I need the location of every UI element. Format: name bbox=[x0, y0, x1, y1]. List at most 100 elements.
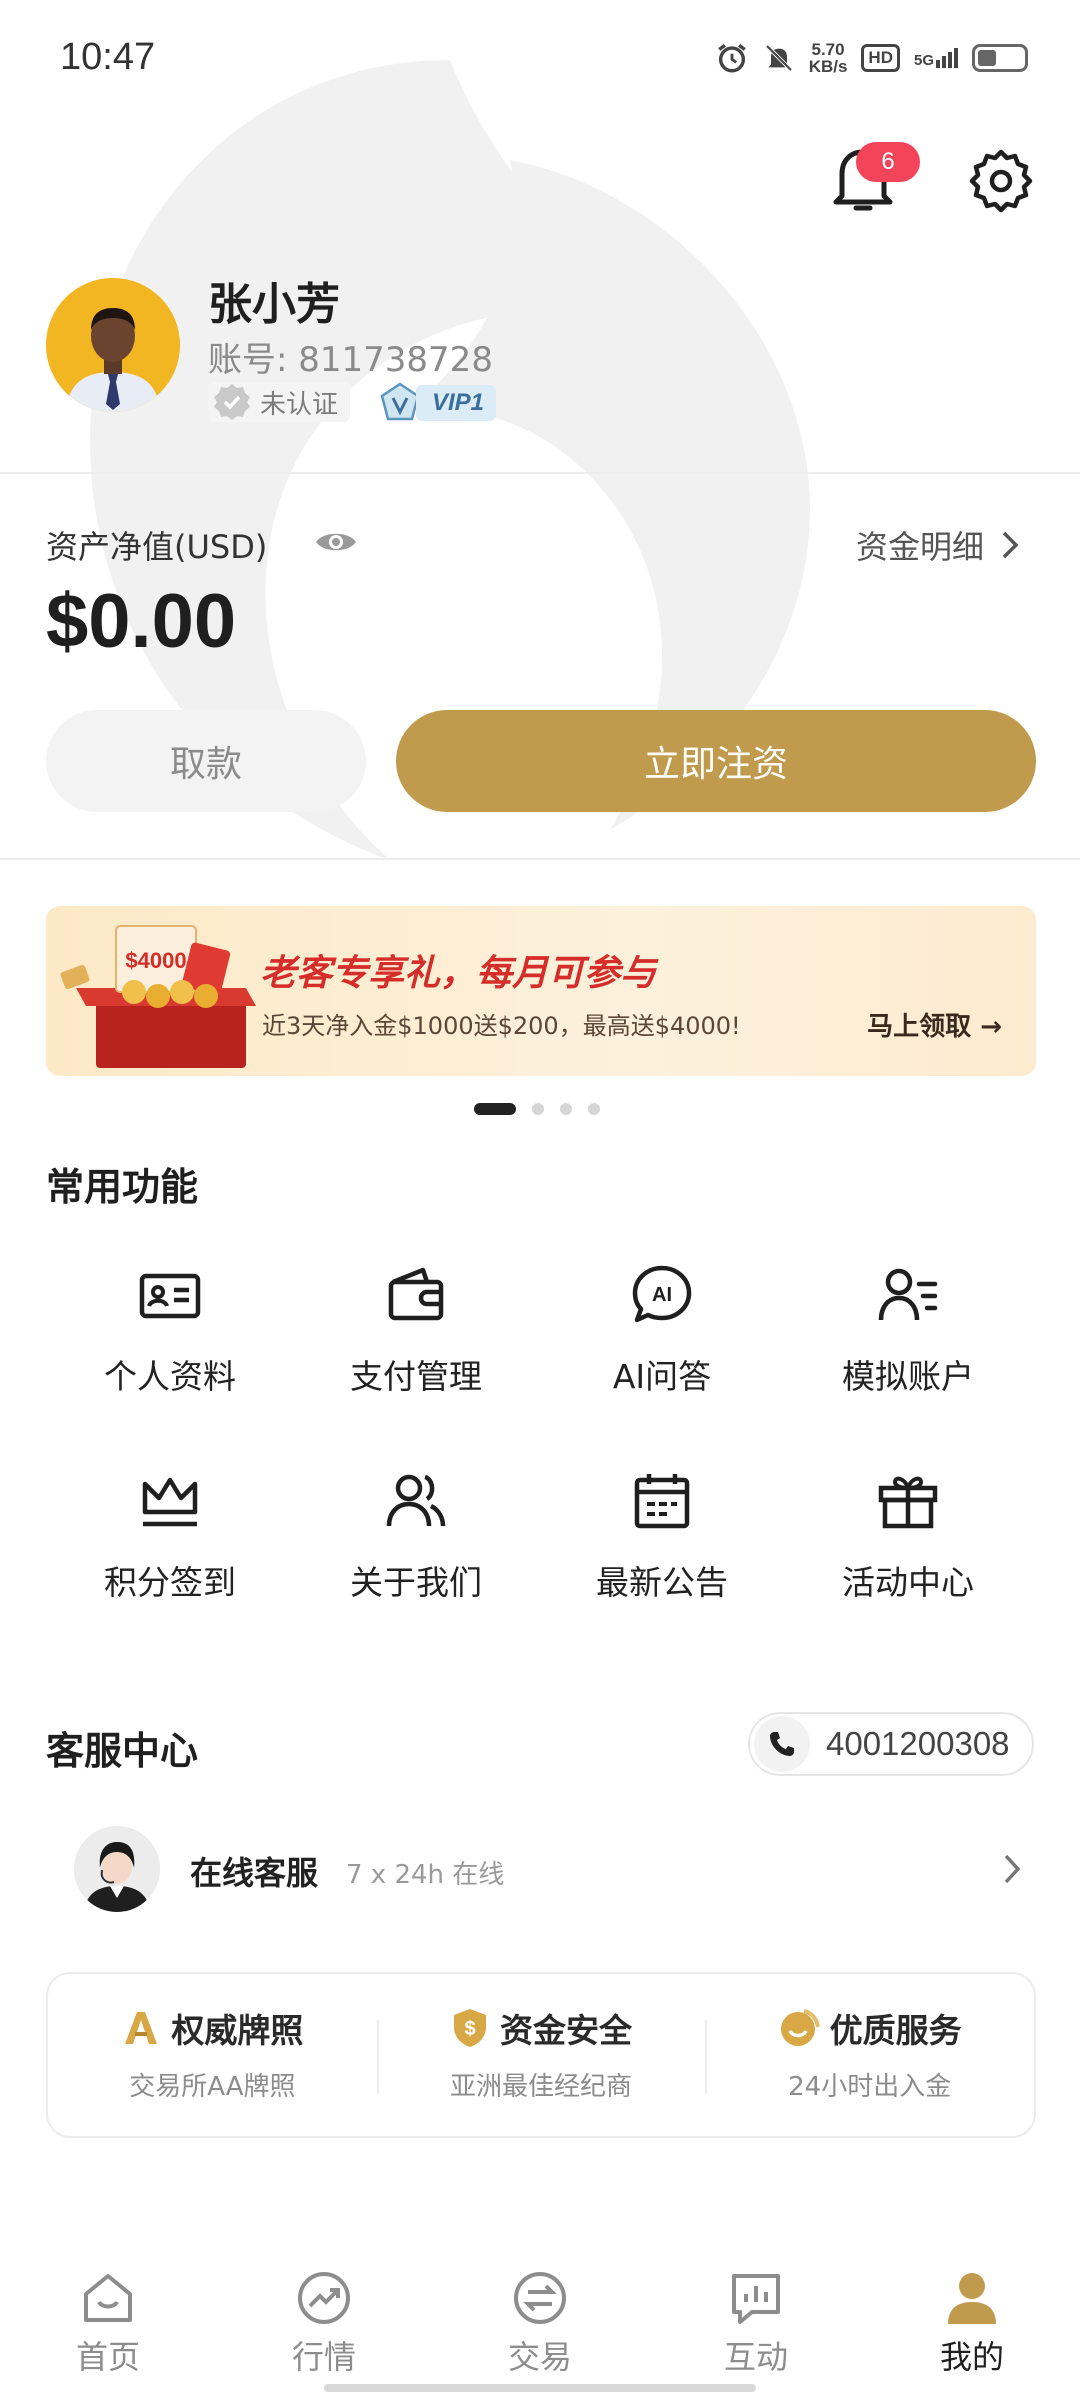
verify-status-label: 未认证 bbox=[260, 389, 339, 420]
trust-subtitle: 24小时出入金 bbox=[788, 2072, 952, 2102]
verified-seal-icon bbox=[214, 384, 250, 420]
user-avatar[interactable] bbox=[46, 278, 180, 412]
online-service-hours: 7 x 24h 在线 bbox=[346, 1860, 505, 1890]
net-speed: 5.70 KB/s bbox=[808, 40, 848, 76]
signal-icon: 5G bbox=[914, 48, 958, 68]
function-label: 支付管理 bbox=[350, 1357, 482, 1396]
function-label: AI问答 bbox=[612, 1357, 712, 1396]
trust-title: 权威牌照 bbox=[171, 2011, 304, 2050]
gift-box-icon: $4000 bbox=[60, 925, 256, 1068]
status-time: 10:47 bbox=[60, 36, 156, 78]
functions-title: 常用功能 bbox=[46, 1165, 199, 1209]
function-label: 个人资料 bbox=[104, 1357, 236, 1396]
hotline-button[interactable]: 4001200308 bbox=[748, 1712, 1034, 1776]
trust-title: 资金安全 bbox=[500, 2011, 632, 2050]
phone-icon bbox=[754, 1716, 810, 1772]
nav-label: 我的 bbox=[939, 2338, 1004, 2376]
function-payment[interactable]: 支付管理 bbox=[296, 1262, 536, 1412]
users-icon bbox=[386, 1474, 446, 1527]
function-label: 活动中心 bbox=[842, 1563, 974, 1602]
function-checkin[interactable]: 积分签到 bbox=[50, 1468, 290, 1618]
nav-label: 互动 bbox=[723, 2338, 788, 2376]
profile-page: 10:47 5.70 KB/s HD 5G 6 张小芳 账号: 81173872… bbox=[0, 0, 1080, 2400]
function-ai-qa[interactable]: AI AI问答 bbox=[542, 1262, 782, 1412]
function-announcements[interactable]: 最新公告 bbox=[542, 1468, 782, 1618]
promo-banner[interactable]: $4000 老客专享礼，每月可参与 近3天净入金$1000送$200，最高送$4… bbox=[46, 906, 1036, 1076]
status-icons: 5.70 KB/s HD 5G bbox=[715, 38, 1028, 78]
profile-icon bbox=[948, 2273, 996, 2324]
trade-icon bbox=[514, 2272, 566, 2324]
carousel-dot[interactable] bbox=[474, 1103, 516, 1115]
function-label: 关于我们 bbox=[350, 1563, 482, 1602]
status-bar: 10:47 5.70 KB/s HD 5G bbox=[0, 0, 1080, 120]
bottom-nav: 首页 行情 交易 互动 我的 bbox=[0, 2250, 1080, 2400]
function-label: 模拟账户 bbox=[842, 1357, 974, 1396]
banner-cta[interactable]: 马上领取 → bbox=[867, 1006, 1002, 1043]
account-number: 账号: 811738728 bbox=[208, 340, 493, 380]
verify-status-badge[interactable]: 未认证 bbox=[208, 382, 351, 422]
eye-icon[interactable] bbox=[314, 526, 358, 558]
trust-subtitle: 亚洲最佳经纪商 bbox=[450, 2072, 633, 2102]
fund-detail-link[interactable]: 资金明细 bbox=[856, 522, 1020, 568]
divider bbox=[0, 472, 1080, 474]
service-title: 客服中心 bbox=[46, 1729, 199, 1773]
agent-avatar bbox=[74, 1826, 160, 1912]
function-label: 积分签到 bbox=[104, 1563, 236, 1602]
banner-subtitle: 近3天净入金$1000送$200，最高送$4000! bbox=[262, 1012, 741, 1040]
nav-home[interactable]: 首页 bbox=[0, 2250, 216, 2400]
shield-dollar-icon: $ bbox=[454, 2009, 486, 2047]
carousel-dot[interactable] bbox=[560, 1103, 572, 1115]
battery-icon bbox=[972, 44, 1028, 72]
nav-mine[interactable]: 我的 bbox=[864, 2250, 1080, 2400]
carousel-dots bbox=[474, 1102, 600, 1116]
svg-text:AI: AI bbox=[652, 1284, 672, 1306]
nav-label: 首页 bbox=[75, 2338, 140, 2376]
market-icon bbox=[298, 2272, 350, 2324]
home-indicator[interactable] bbox=[324, 2384, 756, 2392]
vip-badge[interactable]: VIP1 bbox=[378, 382, 497, 424]
trust-title: 优质服务 bbox=[829, 2011, 962, 2050]
wallet-icon bbox=[388, 1267, 444, 1321]
settings-gear-icon[interactable] bbox=[968, 148, 1034, 214]
carousel-dot[interactable] bbox=[532, 1103, 544, 1115]
nav-interact[interactable]: 互动 bbox=[648, 2250, 864, 2400]
vip-level-label: VIP1 bbox=[416, 385, 497, 421]
nav-market[interactable]: 行情 bbox=[216, 2250, 432, 2400]
mute-bell-icon bbox=[765, 44, 793, 72]
ai-chat-icon: AI bbox=[632, 1265, 692, 1323]
home-icon bbox=[84, 2274, 132, 2322]
chevron-right-icon[interactable] bbox=[1002, 1852, 1022, 1886]
nav-label: 行情 bbox=[291, 2338, 356, 2376]
withdraw-button[interactable]: 取款 bbox=[46, 710, 366, 812]
nav-label: 交易 bbox=[507, 2338, 572, 2376]
carousel-dot[interactable] bbox=[588, 1103, 600, 1115]
license-a-icon bbox=[125, 2012, 158, 2044]
function-profile[interactable]: 个人资料 bbox=[50, 1262, 290, 1412]
net-asset-label: 资产净值(USD) bbox=[46, 528, 268, 566]
function-events[interactable]: 活动中心 bbox=[788, 1468, 1028, 1618]
alarm-icon bbox=[717, 43, 746, 73]
smile-service-icon bbox=[780, 2009, 820, 2046]
trust-card: 权威牌照 交易所AA牌照 $ 资金安全 亚洲最佳经纪商 优质服务 24小时出入金 bbox=[46, 1972, 1036, 2138]
trust-item-security: $ 资金安全 亚洲最佳经纪商 bbox=[376, 1974, 706, 2136]
function-about[interactable]: 关于我们 bbox=[296, 1468, 536, 1618]
crown-icon bbox=[142, 1477, 198, 1527]
hd-icon: HD bbox=[861, 44, 900, 72]
net-asset-value: $0.00 bbox=[46, 579, 237, 664]
trust-item-service: 优质服务 24小时出入金 bbox=[705, 1974, 1034, 2136]
fund-detail-label: 资金明细 bbox=[855, 528, 984, 566]
online-service-title[interactable]: 在线客服 bbox=[190, 1848, 318, 1894]
nav-trade[interactable]: 交易 bbox=[432, 2250, 648, 2400]
function-demo-account[interactable]: 模拟账户 bbox=[788, 1262, 1028, 1412]
divider bbox=[0, 858, 1080, 860]
svg-text:$: $ bbox=[464, 2018, 475, 2040]
chat-chart-icon bbox=[732, 2274, 780, 2324]
notification-badge: 6 bbox=[856, 142, 920, 182]
trust-subtitle: 交易所AA牌照 bbox=[129, 2072, 296, 2102]
gift-amount: $4000 bbox=[125, 948, 186, 973]
hotline-number: 4001200308 bbox=[826, 1725, 1010, 1762]
deposit-button[interactable]: 立即注资 bbox=[396, 710, 1036, 812]
function-label: 最新公告 bbox=[596, 1563, 728, 1602]
gift-icon bbox=[878, 1476, 938, 1529]
banner-title: 老客专享礼，每月可参与 bbox=[260, 953, 657, 994]
